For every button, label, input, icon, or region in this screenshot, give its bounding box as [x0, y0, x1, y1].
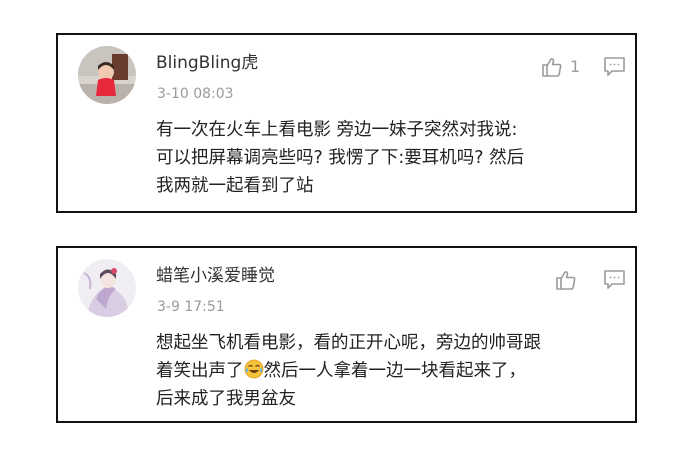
comment-line: 可以把屏幕调亮些吗? 我愣了下:要耳机吗? 然后 — [156, 148, 525, 168]
comment-line: 后来成了我男盆友 — [156, 389, 296, 409]
avatar[interactable] — [78, 46, 136, 104]
like-button[interactable] — [555, 268, 577, 292]
timestamp: 3-10 08:03 — [157, 86, 234, 102]
comment-line: 有一次在火车上看电影 旁边一妹子突然对我说: — [156, 120, 518, 140]
reply-button[interactable] — [603, 269, 626, 291]
comment-icon — [603, 269, 626, 291]
reply-button[interactable] — [603, 56, 626, 78]
comment-text: 想起坐飞机看电影，看的正开心呢，旁边的帅哥跟 着笑出声了 然后一人拿着一边一块看… — [156, 329, 626, 413]
avatar[interactable] — [78, 259, 136, 317]
comment-text: 有一次在火车上看电影 旁边一妹子突然对我说: 可以把屏幕调亮些吗? 我愣了下:要… — [156, 116, 626, 200]
comment-segment: 然后一人拿着一边一块看起来了， — [263, 361, 527, 381]
comment-line: 着笑出声了 然后一人拿着一边一块看起来了， — [156, 357, 626, 385]
comment-line: 我两就一起看到了站 — [156, 176, 314, 196]
timestamp: 3-9 17:51 — [157, 299, 225, 315]
tears-of-joy-emoji-icon — [244, 359, 264, 379]
comment-line: 想起坐飞机看电影，看的正开心呢，旁边的帅哥跟 — [156, 333, 541, 353]
thumbs-up-icon — [541, 56, 563, 78]
like-count: 1 — [570, 57, 581, 76]
username[interactable]: 蜡笔小溪爱睡觉 — [156, 265, 275, 287]
comment-card: BlingBling虎 3-10 08:03 1 有一次在火车上看电影 旁边一妹… — [56, 33, 637, 213]
username[interactable]: BlingBling虎 — [156, 52, 258, 74]
comment-segment: 着笑出声了 — [156, 361, 244, 381]
comment-icon — [603, 56, 626, 78]
like-button[interactable]: 1 — [541, 55, 580, 79]
thumbs-up-icon — [555, 269, 577, 291]
comment-card: 蜡笔小溪爱睡觉 3-9 17:51 想起坐飞机看电影，看的正开心呢，旁边的帅哥跟… — [56, 246, 637, 423]
